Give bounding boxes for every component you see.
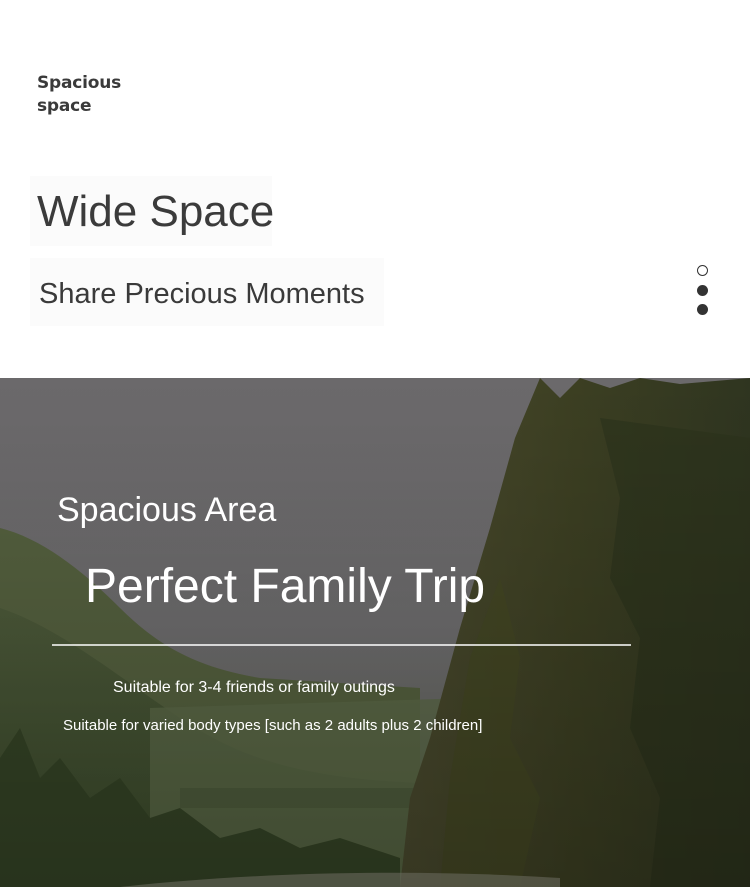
logo-line-2: space [37, 96, 92, 116]
page-headline: Wide Space [37, 187, 275, 236]
carousel-dot-2[interactable] [697, 285, 708, 296]
logo-line-1: Spacious [37, 73, 122, 93]
banner-line-2: Suitable for varied body types [such as … [63, 717, 483, 734]
carousel-dot-3[interactable] [697, 304, 708, 315]
brand-logo: Spacious space [37, 72, 149, 120]
banner-trip-title: Perfect Family Trip [85, 560, 486, 613]
top-section: Spacious space Wide Space Share Precious… [0, 0, 750, 378]
banner-area-title: Spacious Area [57, 491, 277, 529]
carousel-dot-1[interactable] [697, 265, 708, 276]
forest-banner: Spacious Area Perfect Family Trip Suitab… [0, 378, 750, 887]
banner-divider [52, 644, 631, 646]
banner-line-1: Suitable for 3-4 friends or family outin… [113, 679, 395, 696]
carousel-indicator [696, 264, 710, 320]
forest-photo [0, 378, 750, 887]
page-subline: Share Precious Moments [39, 278, 365, 310]
